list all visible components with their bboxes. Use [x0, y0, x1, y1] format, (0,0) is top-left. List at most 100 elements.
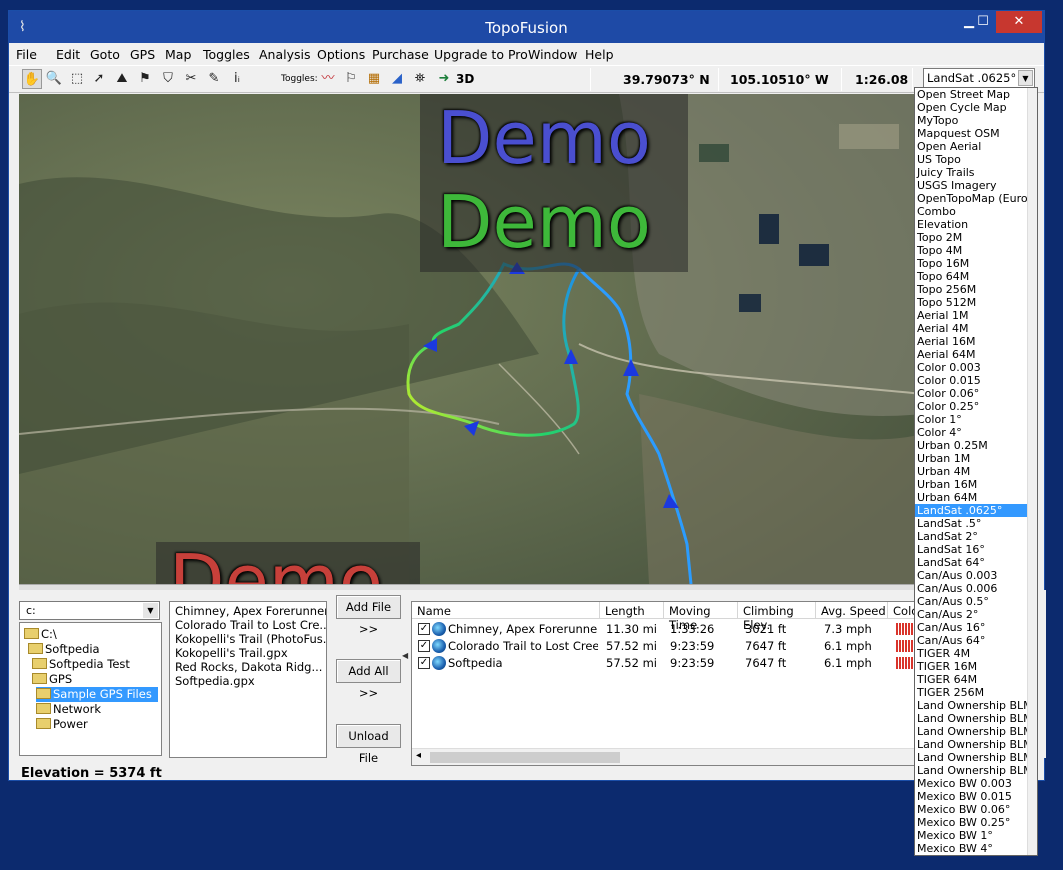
menu-file[interactable]: File — [16, 47, 37, 62]
gps-toggle-icon[interactable]: ⛯ — [410, 69, 430, 89]
map-type-option[interactable]: Color 0.015 — [915, 374, 1037, 387]
info-icon[interactable]: iᵢ — [227, 69, 247, 89]
tree-item[interactable]: Network — [36, 702, 101, 717]
menu-options[interactable]: Options — [317, 47, 365, 62]
map-type-option[interactable]: Can/Aus 0.5° — [915, 595, 1037, 608]
map-type-option[interactable]: Topo 512M — [915, 296, 1037, 309]
menu-toggles[interactable]: Toggles — [203, 47, 250, 62]
map-type-option[interactable]: TIGER 256M — [915, 686, 1037, 699]
track-toggle-icon[interactable]: 〰 — [318, 69, 338, 89]
map-type-option[interactable]: Can/Aus 0.006 — [915, 582, 1037, 595]
menu-map[interactable]: Map — [165, 47, 191, 62]
map-type-option[interactable]: Mexico BW 1° — [915, 829, 1037, 842]
map-type-option[interactable]: Can/Aus 16° — [915, 621, 1037, 634]
map-type-option[interactable]: Elevation — [915, 218, 1037, 231]
map-type-option[interactable]: LandSat 2° — [915, 530, 1037, 543]
file-item[interactable]: Softpedia.gpx — [175, 674, 255, 688]
add-file-button[interactable]: Add File >> — [336, 595, 401, 636]
map-type-option[interactable]: Mexico BW 4° — [915, 842, 1037, 855]
column-header[interactable]: Climbing Elev. — [738, 602, 816, 632]
map-type-option[interactable]: Land Ownership BLM 1 — [915, 751, 1037, 764]
map-type-option[interactable]: Urban 64M — [915, 491, 1037, 504]
track-checkbox[interactable]: ✓ — [418, 640, 430, 652]
map-type-option[interactable]: Can/Aus 64° — [915, 634, 1037, 647]
scroll-left-icon[interactable]: ◂ — [416, 750, 421, 761]
track-checkbox[interactable]: ✓ — [418, 623, 430, 635]
map-type-option[interactable]: Color 0.25° — [915, 400, 1037, 413]
map-type-option[interactable]: Can/Aus 0.003 — [915, 569, 1037, 582]
map-type-option[interactable]: Topo 2M — [915, 231, 1037, 244]
map-type-option[interactable]: OpenTopoMap (Europe — [915, 192, 1037, 205]
close-button[interactable]: ✕ — [996, 11, 1042, 33]
map-type-option[interactable]: Open Aerial — [915, 140, 1037, 153]
tree-item[interactable]: Power — [36, 717, 88, 732]
file-item[interactable]: Chimney, Apex Forerunner... — [175, 604, 326, 618]
measure-icon[interactable]: ⛰ — [112, 69, 132, 89]
file-item[interactable]: Red Rocks, Dakota Ridg... — [175, 660, 322, 674]
tree-item[interactable]: Softpedia Test — [32, 657, 130, 672]
track-color-swatch[interactable] — [896, 623, 916, 635]
map-type-option[interactable]: TIGER 64M — [915, 673, 1037, 686]
map-type-option[interactable]: Land Ownership BLM 0 — [915, 712, 1037, 725]
draw-track-icon[interactable]: ✎ — [204, 69, 224, 89]
tree-item[interactable]: Softpedia — [28, 642, 100, 657]
scrollbar-thumb[interactable] — [430, 752, 620, 763]
map-type-option[interactable]: Aerial 1M — [915, 309, 1037, 322]
map-type-option[interactable]: LandSat .5° — [915, 517, 1037, 530]
track-checkbox[interactable]: ✓ — [418, 657, 430, 669]
menu-gps[interactable]: GPS — [130, 47, 155, 62]
tree-item[interactable]: GPS — [32, 672, 72, 687]
add-all-button[interactable]: Add All >> — [336, 659, 401, 700]
pointer-icon[interactable]: ➚ — [89, 69, 109, 89]
map-type-option[interactable]: Land Ownership BLM 4 — [915, 764, 1037, 777]
map-type-option[interactable]: Mexico BW 0.06° — [915, 803, 1037, 816]
map-type-option[interactable]: Urban 0.25M — [915, 439, 1037, 452]
menu-upgrade[interactable]: Upgrade to Pro — [434, 47, 528, 62]
map-type-option[interactable]: Urban 1M — [915, 452, 1037, 465]
map-type-option[interactable]: Land Ownership BLM 0 — [915, 725, 1037, 738]
tree-item[interactable]: C:\ — [24, 627, 57, 642]
map-type-dropdown[interactable]: Open Street Map Open Cycle Map MyTopo Mapqu… — [914, 87, 1038, 856]
unload-file-button[interactable]: Unload File — [336, 724, 401, 765]
map-type-option[interactable]: Topo 16M — [915, 257, 1037, 270]
menu-goto[interactable]: Goto — [90, 47, 120, 62]
menu-help[interactable]: Help — [585, 47, 614, 62]
map-type-option[interactable]: LandSat 64° — [915, 556, 1037, 569]
map-type-option[interactable]: TIGER 4M — [915, 647, 1037, 660]
column-header[interactable]: Moving Time — [664, 602, 738, 632]
maximize-button[interactable]: ☐ — [966, 11, 1000, 33]
map-type-option[interactable]: TIGER 16M — [915, 660, 1037, 673]
map-type-option[interactable]: LandSat .0625° — [915, 504, 1037, 517]
map-type-option[interactable]: Color 4° — [915, 426, 1037, 439]
column-header[interactable]: Avg. Speed — [816, 602, 888, 619]
map-type-option[interactable]: Juicy Trails — [915, 166, 1037, 179]
map-type-option[interactable]: Can/Aus 2° — [915, 608, 1037, 621]
map-type-option[interactable]: Color 1° — [915, 413, 1037, 426]
arrow-toggle-icon[interactable]: ➜ — [434, 69, 454, 89]
map-type-option[interactable]: Urban 16M — [915, 478, 1037, 491]
map-type-option[interactable]: Topo 4M — [915, 244, 1037, 257]
hand-tool-icon[interactable]: ✋ — [22, 69, 42, 89]
waypoint-toggle-icon[interactable]: ⚐ — [341, 69, 361, 89]
map-type-option[interactable]: Topo 256M — [915, 283, 1037, 296]
map-type-option[interactable]: Mexico BW 0.015 — [915, 790, 1037, 803]
file-item[interactable]: Kokopelli's Trail (PhotoFus... — [175, 632, 326, 646]
zoom-tool-icon[interactable]: 🔍 — [44, 69, 64, 89]
map-type-select[interactable]: LandSat .0625° ▼ — [923, 68, 1035, 88]
chevron-down-icon[interactable]: ▼ — [1018, 70, 1033, 86]
grid-toggle-icon[interactable]: ▦ — [364, 69, 384, 89]
vertical-scrollbar[interactable] — [1027, 88, 1037, 855]
map-type-option[interactable]: Urban 4M — [915, 465, 1037, 478]
map-type-option[interactable]: Mapquest OSM — [915, 127, 1037, 140]
menu-analysis[interactable]: Analysis — [259, 47, 311, 62]
title-bar[interactable]: ⌇ TopoFusion ▁ ☐ ✕ — [9, 11, 1044, 43]
track-color-swatch[interactable] — [896, 640, 916, 652]
map-type-option[interactable]: Mexico BW 0.003 — [915, 777, 1037, 790]
file-item[interactable]: Colorado Trail to Lost Cre... — [175, 618, 326, 632]
3d-button[interactable]: 3D — [456, 72, 474, 86]
collapse-arrow-icon[interactable]: ◀ — [402, 651, 408, 681]
map-type-option[interactable]: Aerial 64M — [915, 348, 1037, 361]
map-type-option[interactable]: Aerial 16M — [915, 335, 1037, 348]
waypoint-flag-icon[interactable]: ⚑ — [135, 69, 155, 89]
elevation-toggle-icon[interactable]: ◢ — [387, 69, 407, 89]
